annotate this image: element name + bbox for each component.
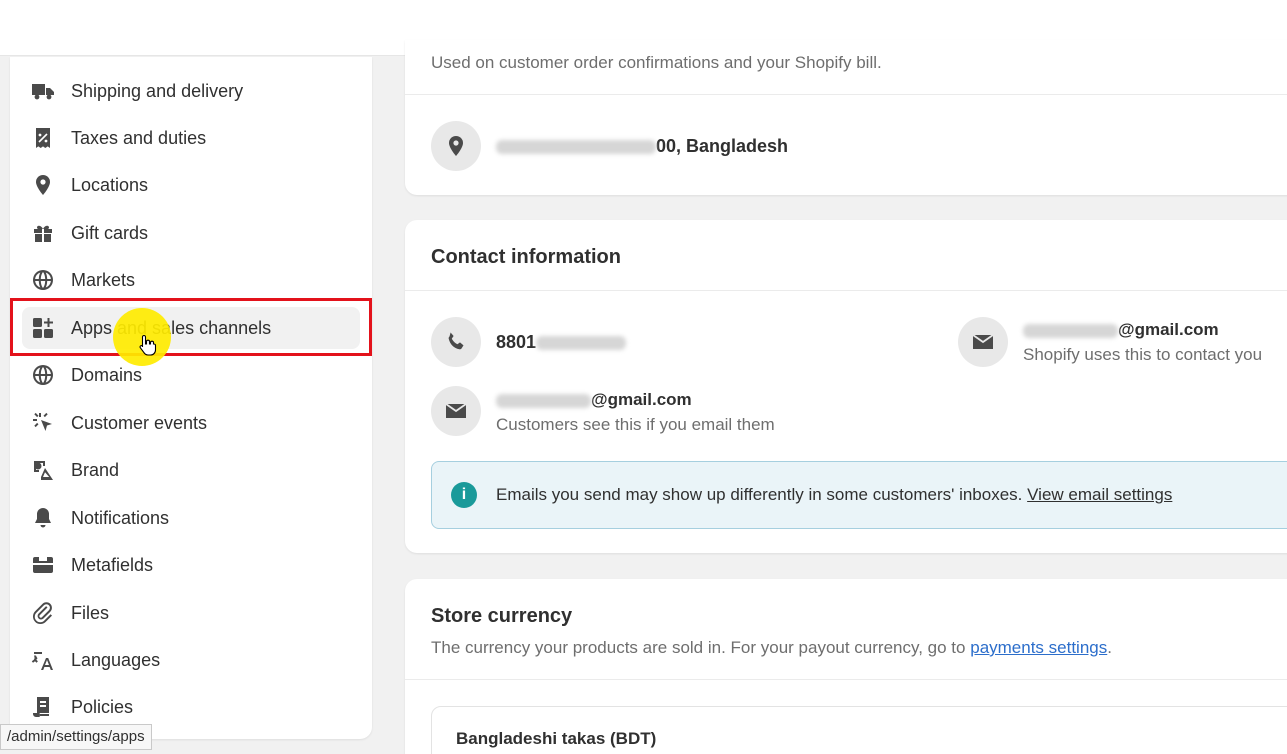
cursor-click-icon [30,410,56,436]
sidebar-item-label: Shipping and delivery [71,80,244,101]
currency-select[interactable]: Bangladeshi takas (BDT) [431,706,1287,754]
sidebar-item-label: Taxes and duties [71,127,207,148]
location-pin-icon [30,172,56,198]
gift-icon [30,220,56,246]
sidebar-item-taxes[interactable]: Taxes and duties [22,117,360,159]
redacted-text [496,393,591,408]
settings-sidebar: Shipping and delivery Taxes and duties L… [10,57,372,739]
redacted-text [536,336,627,351]
currency-card-title: Store currency [431,605,573,627]
sidebar-item-gift-cards[interactable]: Gift cards [22,212,360,254]
sidebar-item-label: Brand [71,459,120,480]
truck-icon [30,78,56,104]
sidebar-item-domains[interactable]: Domains [22,354,360,396]
email-info-banner: i Emails you send may show up differentl… [431,461,1287,529]
location-pin-icon [431,121,481,171]
customer-email-caption: Customers see this if you email them [496,415,775,434]
sidebar-item-brand[interactable]: Brand [22,449,360,491]
sidebar-item-label: Notifications [71,507,170,528]
translate-icon [30,647,56,673]
address-caption: Used on customer order confirmations and… [431,53,882,72]
globe-grid-icon [30,362,56,388]
sidebar-item-shipping[interactable]: Shipping and delivery [22,70,360,112]
sidebar-item-notifications[interactable]: Notifications [22,497,360,539]
status-bar-url: /admin/settings/apps [0,724,152,750]
store-address[interactable]: 00, Bangladesh [496,136,788,157]
sidebar-item-label: Domains [71,364,143,385]
sidebar-item-label: Gift cards [71,222,149,243]
store-address-card: Used on customer order confirmations and… [405,40,1287,195]
sidebar-item-metafields[interactable]: Metafields [22,544,360,586]
currency-description: The currency your products are sold in. … [431,638,1112,657]
contact-card-title: Contact information [431,246,621,268]
globe-icon [30,267,56,293]
sidebar-item-languages[interactable]: Languages [22,639,360,681]
banner-text: Emails you send may show up differently … [496,485,1173,504]
store-phone[interactable]: 8801 [496,332,627,353]
metafields-icon [30,552,56,578]
sidebar-item-customer-events[interactable]: Customer events [22,402,360,444]
sidebar-item-label: Languages [71,649,161,670]
sidebar-item-label: Metafields [71,554,154,575]
view-email-settings-link[interactable]: View email settings [1027,485,1172,504]
mail-icon [431,386,481,436]
redacted-text [496,140,656,155]
payments-settings-link[interactable]: payments settings [970,638,1107,657]
currency-value: Bangladeshi takas (BDT) [456,729,657,748]
sidebar-item-label: Policies [71,696,134,717]
contact-information-card: Contact information 8801 @gmail.com Shop… [405,220,1287,553]
receipt-icon [30,125,56,151]
paperclip-icon [30,600,56,626]
sidebar-item-label: Markets [71,269,136,290]
sidebar-item-markets[interactable]: Markets [22,259,360,301]
store-currency-card: Store currency The currency your product… [405,579,1287,754]
divider [405,679,1287,680]
customer-email[interactable]: @gmail.com [496,390,692,410]
store-email-caption: Shopify uses this to contact you [1023,345,1263,364]
brand-shapes-icon [30,457,56,483]
policy-document-icon [30,694,56,720]
phone-icon [431,317,481,367]
divider [405,290,1287,291]
sidebar-item-label: Customer events [71,412,208,433]
redacted-text [1023,323,1118,338]
sidebar-item-policies[interactable]: Policies [22,686,360,728]
sidebar-item-locations[interactable]: Locations [22,164,360,206]
sidebar-item-label: Locations [71,174,149,195]
sidebar-item-files[interactable]: Files [22,592,360,634]
divider [405,94,1287,95]
bell-icon [30,505,56,531]
mail-icon [958,317,1008,367]
sidebar-item-label: Files [71,602,110,623]
annotation-highlight-box [10,298,372,356]
info-icon: i [451,482,477,508]
hand-pointer-icon [139,334,157,356]
store-email[interactable]: @gmail.com [1023,320,1219,340]
